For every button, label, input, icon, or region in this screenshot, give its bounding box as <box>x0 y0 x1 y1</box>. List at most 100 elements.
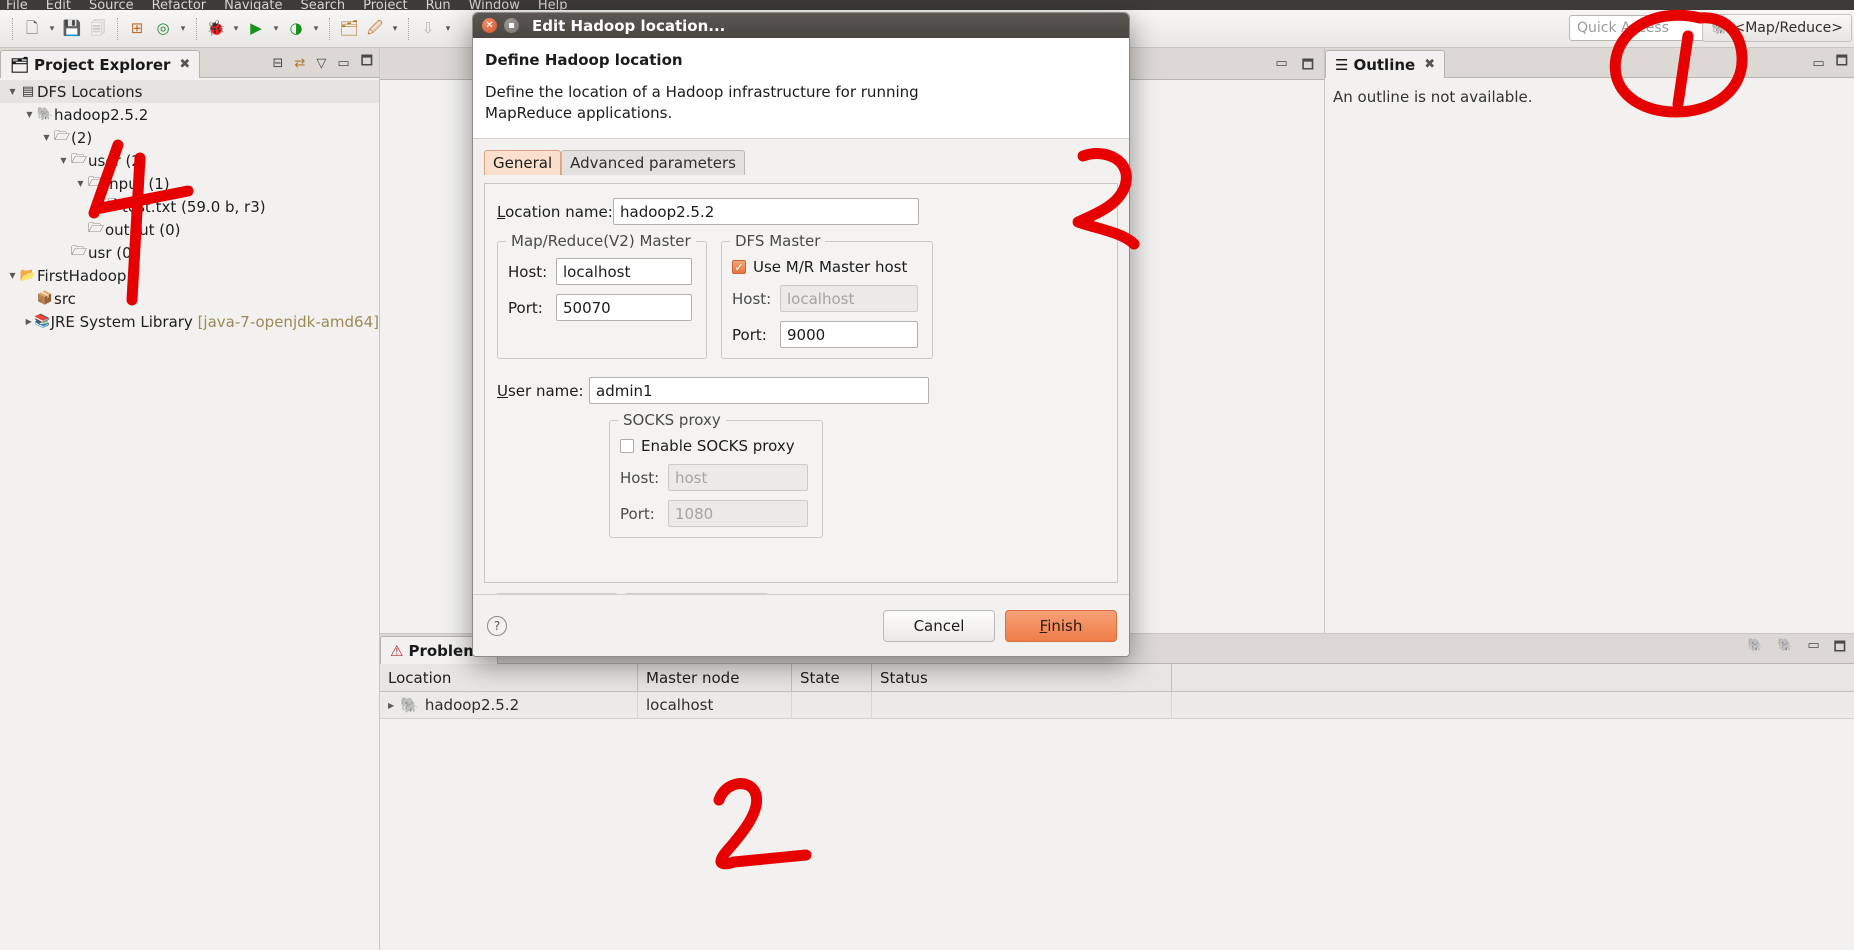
new-wizard-icon[interactable]: 🗋 <box>19 16 45 42</box>
tree-item-label: FirstHadoop <box>37 266 127 285</box>
column-header[interactable]: Master node <box>638 663 792 692</box>
hadoop-locations-table[interactable]: Location Master node State Status ▶ 🐘 hadoop2… <box>380 663 1854 719</box>
debug-dropdown-icon[interactable]: ▾ <box>229 16 243 42</box>
new-hadoop-location-icon[interactable]: 🐘 <box>1747 638 1763 660</box>
cancel-button[interactable]: Cancel <box>883 609 995 642</box>
user-name-input[interactable]: admin1 <box>589 377 929 404</box>
menu-bar[interactable]: File Edit Source Refactor Navigate Searc… <box>0 0 1854 10</box>
save-all-icon[interactable]: 🗐 <box>85 16 111 42</box>
outline-toolbar[interactable]: ▭ 🗖 <box>1812 52 1848 74</box>
tree-item[interactable]: ▼ ▤ DFS Locations <box>0 80 379 103</box>
external-tools-dropdown-icon[interactable]: ▾ <box>309 16 323 42</box>
link-with-editor-icon[interactable]: ⇄ <box>294 56 305 71</box>
menu-item-edit[interactable]: Edit <box>46 0 71 10</box>
close-icon[interactable]: ✖ <box>179 57 190 72</box>
close-icon[interactable]: ✕ <box>482 18 497 33</box>
minimize-icon[interactable]: ▭ <box>337 56 349 71</box>
tree-item[interactable]: ▶ 📚 JRE System Library [java-7-openjdk-amd… <box>0 310 379 333</box>
minimize-icon[interactable]: ▭ <box>1807 638 1819 660</box>
new-wizard-dropdown-icon[interactable]: ▾ <box>45 16 59 42</box>
tree-item[interactable]: ▼ 🗁 input (1) <box>0 172 379 195</box>
maximize-icon[interactable]: ▪ <box>504 18 519 33</box>
menu-item-search[interactable]: Search <box>300 0 345 10</box>
enable-socks-proxy-checkbox[interactable] <box>620 439 634 453</box>
minimize-icon[interactable]: ▭ <box>1812 56 1824 71</box>
dialog-titlebar[interactable]: ✕ ▪ Edit Hadoop location... <box>473 13 1129 38</box>
new-java-package-icon[interactable]: ⊞ <box>124 16 150 42</box>
maximize-icon[interactable]: 🗖 <box>1834 638 1846 660</box>
tree-item[interactable]: ·🗎test.txt (59.0 b, r3) <box>0 195 379 218</box>
enable-socks-row[interactable]: Enable SOCKS proxy <box>620 437 812 455</box>
enable-socks-proxy-label: Enable SOCKS proxy <box>641 437 795 455</box>
editor-window-controls[interactable]: ▭ 🗖 <box>1275 56 1314 78</box>
tree-item[interactable]: ·🗁output (0) <box>0 218 379 241</box>
next-annotation-dropdown-icon[interactable]: ▾ <box>441 16 455 42</box>
view-menu-icon[interactable]: ▽ <box>316 56 326 71</box>
open-type-icon[interactable]: 🗂 <box>336 16 362 42</box>
new-java-dropdown-icon[interactable]: ▾ <box>176 16 190 42</box>
tab-outline[interactable]: ☰ Outline ✖ <box>1325 50 1446 78</box>
run-dropdown-icon[interactable]: ▾ <box>269 16 283 42</box>
run-icon[interactable]: ▶ <box>243 16 269 42</box>
menu-item-file[interactable]: File <box>6 0 28 10</box>
help-icon[interactable]: ? <box>487 615 507 636</box>
menu-item-window[interactable]: Window <box>469 0 520 10</box>
tab-general[interactable]: General <box>484 150 562 175</box>
twisty-expanded-icon[interactable]: ▼ <box>23 110 36 119</box>
maximize-icon[interactable]: 🗖 <box>1836 52 1848 74</box>
tree-item[interactable]: ▼ 🗁 user (2) <box>0 149 379 172</box>
bottom-view-toolbar[interactable]: 🐘 🐘 ▭ 🗖 <box>1747 638 1846 660</box>
tree-item[interactable]: ▼ 📂 FirstHadoop <box>0 264 379 287</box>
column-header[interactable]: Status <box>872 663 1172 692</box>
row-expander-icon[interactable]: ▶ <box>388 701 394 710</box>
tree-item[interactable]: ·🗁usr (0) <box>0 241 379 264</box>
mr-port-input[interactable]: 50070 <box>556 294 692 321</box>
menu-item-project[interactable]: Project <box>363 0 407 10</box>
menu-item-refactor[interactable]: Refactor <box>152 0 207 10</box>
dfs-port-input[interactable]: 9000 <box>780 321 918 348</box>
tree-item[interactable]: ▼ 🐘 hadoop2.5.2 <box>0 103 379 126</box>
column-header[interactable]: Location <box>380 663 638 692</box>
twisty-expanded-icon[interactable]: ▼ <box>40 133 53 142</box>
twisty-expanded-icon[interactable]: ▼ <box>74 179 87 188</box>
finish-button[interactable]: Finish <box>1005 609 1117 642</box>
dialog-tabstrip[interactable]: General Advanced parameters <box>484 149 1118 175</box>
run-external-tools-icon[interactable]: ◑ <box>283 16 309 42</box>
menu-item-run[interactable]: Run <box>426 0 451 10</box>
tab-project-explorer[interactable]: 🗂 Project Explorer ✖ <box>0 50 201 78</box>
maximize-icon[interactable]: 🗖 <box>1302 56 1314 78</box>
twisty-expanded-icon[interactable]: ▼ <box>6 87 19 96</box>
location-name-input[interactable]: hadoop2.5.2 <box>613 198 919 225</box>
perspective-switcher-mapreduce[interactable]: 🐘 <Map/Reduce> <box>1702 14 1852 42</box>
annotation-dropdown-icon[interactable]: ▾ <box>388 16 402 42</box>
quick-access-input[interactable]: Quick Access <box>1569 15 1709 41</box>
save-icon[interactable]: 💾 <box>59 16 85 42</box>
table-body[interactable]: ▶ 🐘 hadoop2.5.2 localhost <box>380 691 1854 719</box>
table-row[interactable]: ▶ 🐘 hadoop2.5.2 localhost <box>380 691 1854 719</box>
collapse-all-icon[interactable]: ⊟ <box>273 56 284 71</box>
tab-advanced-parameters[interactable]: Advanced parameters <box>561 150 745 175</box>
menu-item-help[interactable]: Help <box>538 0 568 10</box>
maximize-icon[interactable]: 🗖 <box>361 52 373 74</box>
tree-item[interactable]: ▼ 🗁 (2) <box>0 126 379 149</box>
edit-hadoop-location-dialog[interactable]: ✕ ▪ Edit Hadoop location... Define Hadoo… <box>472 12 1130 657</box>
minimize-icon[interactable]: ▭ <box>1275 56 1287 78</box>
project-explorer-toolbar[interactable]: ⊟ ⇄ ▽ ▭ 🗖 <box>273 52 373 74</box>
twisty-collapsed-icon[interactable]: ▶ <box>23 317 34 326</box>
mr-host-input[interactable]: localhost <box>556 258 692 285</box>
debug-icon[interactable]: 🐞 <box>203 16 229 42</box>
menu-item-source[interactable]: Source <box>89 0 134 10</box>
column-header[interactable]: State <box>792 663 872 692</box>
use-mr-master-host-checkbox[interactable]: ✓ <box>732 260 746 274</box>
next-annotation-icon[interactable]: ⇩ <box>415 16 441 42</box>
edit-hadoop-location-icon[interactable]: 🐘 <box>1777 638 1793 660</box>
tree-item[interactable]: ·📦src <box>0 287 379 310</box>
twisty-expanded-icon[interactable]: ▼ <box>6 271 19 280</box>
menu-item-navigate[interactable]: Navigate <box>224 0 282 10</box>
dfs-locations-tree[interactable]: ▼ ▤ DFS Locations ▼ 🐘 hadoop2.5.2 ▼ 🗁 (2) ▼ 🗁 user … <box>0 78 379 333</box>
annotation-icon[interactable]: 🖉 <box>362 16 388 42</box>
twisty-expanded-icon[interactable]: ▼ <box>57 156 70 165</box>
use-mr-master-row[interactable]: ✓ Use M/R Master host <box>732 258 922 276</box>
close-icon[interactable]: ✖ <box>1424 57 1435 72</box>
new-java-class-icon[interactable]: ◎ <box>150 16 176 42</box>
